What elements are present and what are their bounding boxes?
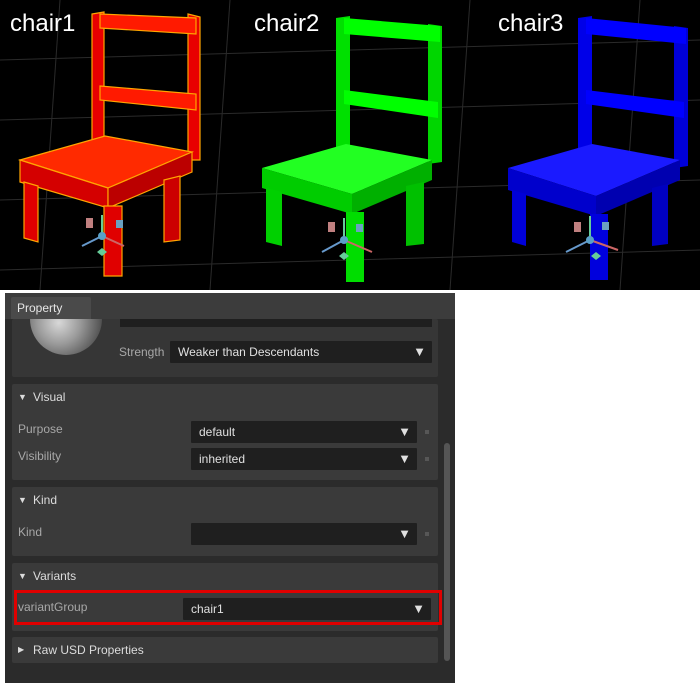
raw-usd-header[interactable]: ▶ Raw USD Properties [12, 637, 438, 663]
chair3-label: chair3 [498, 10, 564, 37]
strength-label: Strength [119, 345, 165, 359]
chair2-model [262, 16, 442, 282]
kind-header[interactable]: ▼ Kind [12, 487, 438, 513]
chair1-label: chair1 [10, 10, 76, 37]
raw-usd-group: ▶ Raw USD Properties [12, 637, 438, 663]
chevron-down-icon: ▼ [398, 526, 411, 541]
expand-triangle-icon: ▶ [18, 645, 25, 654]
chevron-down-icon: ▼ [398, 451, 411, 466]
material-group: Strength Weaker than Descendants ▼ [12, 319, 438, 377]
kind-reset-icon[interactable] [425, 532, 429, 536]
visual-header[interactable]: ▼ Visual [12, 384, 438, 410]
visual-title: Visual [33, 390, 66, 404]
kind-dropdown[interactable]: ▼ [191, 523, 417, 545]
collapse-triangle-icon: ▼ [18, 392, 27, 402]
chair3-model [508, 16, 688, 280]
purpose-dropdown[interactable]: default ▼ [191, 421, 417, 443]
property-panel-body: Strength Weaker than Descendants ▼ ▼ Vis… [5, 319, 455, 683]
purpose-label: Purpose [18, 422, 63, 436]
strength-value: Weaker than Descendants [178, 345, 320, 359]
visibility-label: Visibility [18, 449, 62, 463]
strength-dropdown[interactable]: Weaker than Descendants ▼ [170, 341, 432, 363]
material-preview-sphere [30, 319, 102, 355]
chair2-label: chair2 [254, 10, 320, 37]
viewport-scene [0, 0, 700, 290]
purpose-value: default [199, 425, 236, 439]
collapse-triangle-icon: ▼ [18, 571, 27, 581]
3d-viewport[interactable]: chair1 chair2 chair3 [0, 0, 700, 290]
material-name-field[interactable] [120, 319, 432, 327]
kind-label: Kind [18, 525, 43, 539]
raw-usd-title: Raw USD Properties [33, 643, 144, 657]
kind-group: ▼ Kind Kind ▼ [12, 487, 438, 556]
chevron-down-icon: ▼ [398, 424, 411, 439]
chevron-down-icon: ▼ [413, 344, 426, 359]
visibility-dropdown[interactable]: inherited ▼ [191, 448, 417, 470]
visibility-reset-icon[interactable] [425, 457, 429, 461]
kind-title: Kind [33, 493, 58, 507]
visibility-value: inherited [199, 452, 246, 466]
visual-group: ▼ Visual Purpose default ▼ Visibility in… [12, 384, 438, 480]
scrollbar-thumb[interactable] [444, 443, 450, 661]
chair1-model [17, 11, 201, 277]
variants-title: Variants [33, 569, 77, 583]
collapse-triangle-icon: ▼ [18, 495, 27, 505]
property-panel: Property Strength Weaker than Descendant… [5, 293, 455, 683]
purpose-reset-icon[interactable] [425, 430, 429, 434]
variants-header[interactable]: ▼ Variants [12, 563, 438, 589]
variant-group-highlight [14, 590, 442, 625]
tab-property[interactable]: Property [11, 297, 91, 319]
